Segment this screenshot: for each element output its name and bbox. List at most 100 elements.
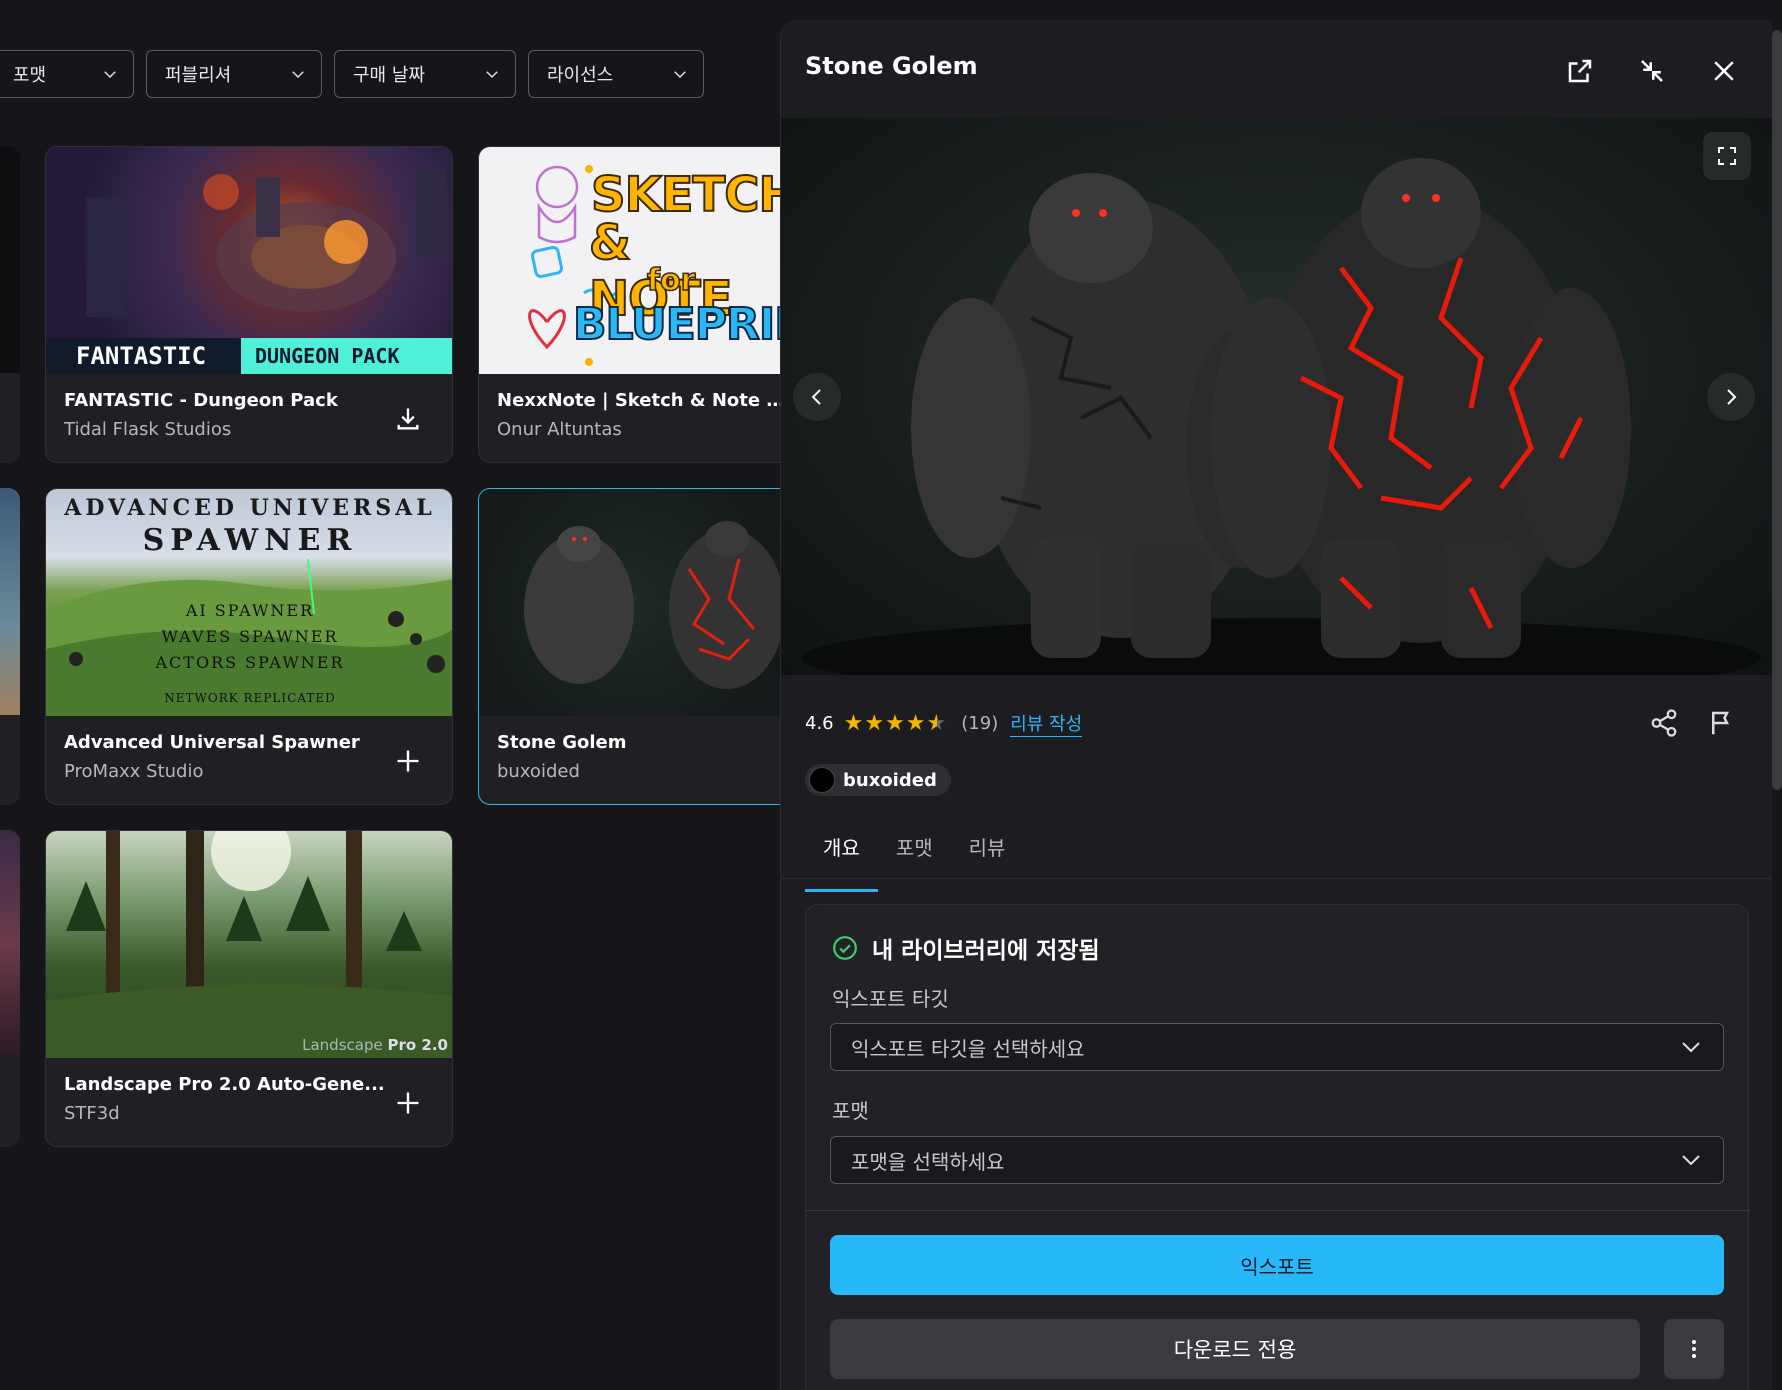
plus-icon[interactable]: [394, 1089, 422, 1117]
filter-publisher[interactable]: 퍼블리셔: [146, 50, 322, 98]
thumb-text-dungeon-pack: DUNGEON PACK: [241, 338, 452, 374]
card-publisher: Onur Altuntas: [497, 419, 622, 440]
format-select[interactable]: 포맷을 선택하세요: [830, 1136, 1724, 1184]
chevron-down-icon: [104, 71, 116, 79]
card-thumbnail: [0, 488, 20, 715]
fullscreen-button[interactable]: [1703, 132, 1751, 180]
chevron-right-icon: [1727, 389, 1737, 405]
asset-card-stone-golem[interactable]: Stone Golem buxoided: [478, 488, 780, 805]
hero-image: [781, 118, 1772, 675]
thumb-text-landscape: Landscape Pro 2.0: [302, 1036, 448, 1054]
fullscreen-icon: [1718, 147, 1736, 165]
asset-card-spawner[interactable]: ADVANCED UNIVERSAL SPAWNER AI SPAWNER WA…: [45, 488, 453, 805]
chevron-down-icon: [1682, 1042, 1700, 1053]
format-placeholder: 포맷을 선택하세요: [851, 1149, 1005, 1174]
next-image-button[interactable]: [1707, 373, 1755, 421]
card-title: Advanced Universal Spawner: [64, 732, 360, 753]
asset-card-landscape-pro[interactable]: Landscape Pro 2.0 Landscape Pro 2.0 Auto…: [45, 830, 453, 1147]
chevron-down-icon: [486, 71, 498, 79]
library-box: 내 라이브러리에 저장됨 익스포트 타깃 익스포트 타깃을 선택하세요 포맷 포…: [805, 904, 1750, 1390]
card-thumbnail: [0, 146, 20, 373]
thumb-text-ai-spawner: AI SPAWNER: [185, 601, 315, 620]
card-thumbnail: FANTASTIC DUNGEON PACK: [46, 147, 452, 374]
thumb-text-blueprint: BLUEPRINT: [572, 298, 780, 351]
share-icon[interactable]: [1649, 708, 1679, 738]
card-publisher: STF3d: [64, 1103, 120, 1124]
card-publisher: Tidal Flask Studios: [64, 419, 232, 440]
thumb-text-pro: Pro 2.0: [387, 1036, 449, 1054]
thumb-banner: FANTASTIC DUNGEON PACK: [46, 338, 452, 374]
avatar: [809, 767, 835, 793]
export-button[interactable]: 익스포트: [830, 1235, 1724, 1295]
thumb-text-actors-spawner: ACTORS SPAWNER: [155, 653, 345, 672]
asset-detail-panel: Stone Golem 4.6 ★★★★★ (19) 리뷰 작성 buxoide…: [780, 20, 1772, 1390]
prev-image-button[interactable]: [793, 373, 841, 421]
filter-purchase-date-label: 구매 날짜: [353, 65, 425, 86]
card-title: Landscape Pro 2.0 Auto-Gene...: [64, 1074, 385, 1095]
tab-format[interactable]: 포맷: [878, 828, 951, 876]
detail-tabs: 개요 포맷 리뷰: [805, 828, 1024, 892]
chevron-left-icon: [811, 389, 821, 405]
panel-header: Stone Golem: [781, 20, 1772, 118]
export-target-select[interactable]: 익스포트 타깃을 선택하세요: [830, 1023, 1724, 1071]
thumb-text-spawner: SPAWNER: [142, 523, 358, 558]
thumb-text-for: for: [646, 262, 696, 299]
card-title: FANTASTIC - Dungeon Pack: [64, 390, 338, 411]
plus-icon[interactable]: [394, 747, 422, 775]
card-title: NexxNote | Sketch & Note for ...: [497, 390, 780, 411]
chevron-down-icon: [1682, 1155, 1700, 1166]
rating-row: 4.6 ★★★★★ (19) 리뷰 작성: [805, 710, 1083, 737]
filter-format-label: 포맷: [13, 65, 47, 86]
export-target-label: 익스포트 타깃: [832, 987, 949, 1011]
write-review-link[interactable]: 리뷰 작성: [1010, 710, 1083, 737]
partial-card[interactable]: [0, 146, 20, 463]
filter-license[interactable]: 라이선스: [528, 50, 704, 98]
star-half-icon: ★: [926, 711, 948, 736]
flag-icon[interactable]: [1707, 708, 1737, 738]
thumb-text-network: NETWORK REPLICATED: [164, 691, 336, 705]
publisher-name: buxoided: [843, 769, 937, 791]
asset-card-nexxnote[interactable]: SKETCH & NOTE for BLUEPRINT NexxNote | S…: [478, 146, 780, 463]
thumb-text-waves-spawner: WAVES SPAWNER: [161, 627, 339, 646]
chevron-down-icon: [674, 71, 686, 79]
card-thumbnail: Landscape Pro 2.0: [46, 831, 452, 1058]
card-publisher: ProMaxx Studio: [64, 761, 204, 782]
golem-right: [1211, 158, 1631, 658]
tab-overview[interactable]: 개요: [805, 828, 878, 892]
filter-purchase-date[interactable]: 구매 날짜: [334, 50, 516, 98]
download-only-button[interactable]: 다운로드 전용: [830, 1319, 1640, 1379]
check-circle-icon: [833, 936, 857, 960]
partial-card[interactable]: [0, 830, 20, 1147]
box-divider: [806, 1210, 1750, 1211]
close-icon[interactable]: [1709, 56, 1739, 86]
panel-scrollbar[interactable]: [1772, 30, 1782, 790]
download-icon[interactable]: [394, 405, 422, 433]
tabs-divider: [781, 878, 1772, 879]
collapse-icon[interactable]: [1637, 56, 1667, 86]
card-title: Stone Golem: [497, 732, 627, 753]
partial-card[interactable]: [0, 488, 20, 805]
filter-publisher-label: 퍼블리셔: [165, 65, 232, 86]
thumb-text-landscape-word: Landscape: [302, 1036, 383, 1054]
more-options-button[interactable]: [1664, 1319, 1724, 1379]
saved-label: 내 라이브러리에 저장됨: [872, 938, 1100, 964]
chevron-down-icon: [292, 71, 304, 79]
card-thumbnail: [479, 489, 780, 716]
tab-reviews[interactable]: 리뷰: [951, 828, 1024, 876]
panel-title: Stone Golem: [805, 52, 978, 80]
forest-illustration: [46, 831, 452, 1058]
card-thumbnail: ADVANCED UNIVERSAL SPAWNER AI SPAWNER WA…: [46, 489, 452, 716]
publisher-chip[interactable]: buxoided: [805, 764, 951, 796]
filter-license-label: 라이선스: [547, 65, 614, 86]
format-label: 포맷: [832, 1099, 869, 1123]
rating-value: 4.6: [805, 713, 834, 734]
star-rating-icon: ★★★★★: [844, 711, 948, 736]
open-external-icon[interactable]: [1565, 56, 1595, 86]
card-thumbnail: [0, 830, 20, 1057]
stars-full: ★★★★: [843, 711, 927, 736]
asset-card-dungeon-pack[interactable]: FANTASTIC DUNGEON PACK FANTASTIC - Dunge…: [45, 146, 453, 463]
filter-format[interactable]: 포맷: [0, 50, 134, 98]
saved-status: 내 라이브러리에 저장됨: [832, 931, 1100, 965]
more-vertical-icon: [1692, 1340, 1696, 1358]
export-target-placeholder: 익스포트 타깃을 선택하세요: [851, 1036, 1085, 1061]
